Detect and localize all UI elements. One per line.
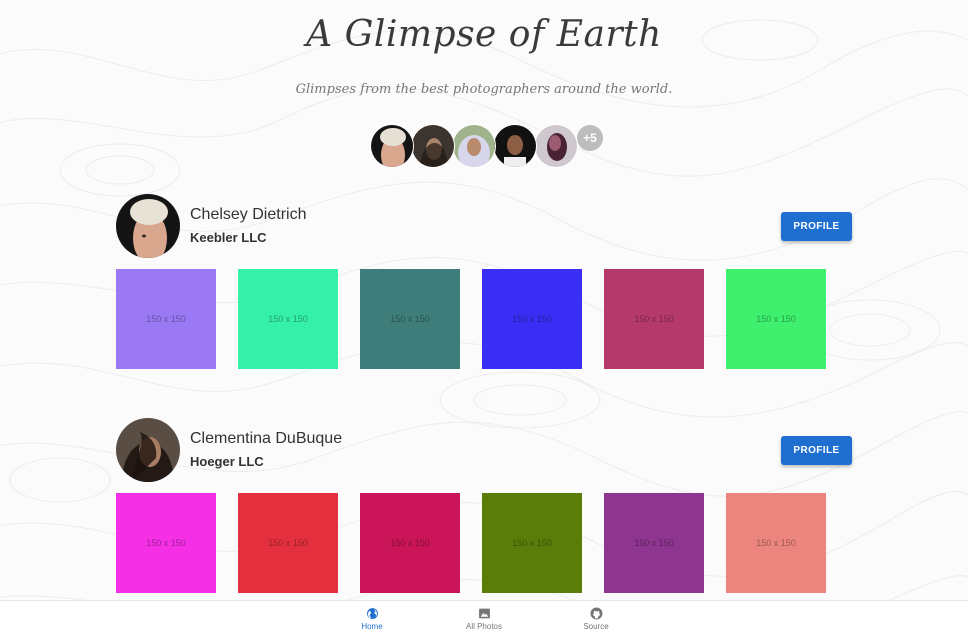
profile-button[interactable]: PROFILE (781, 436, 852, 465)
photo-size-label: 150 x 150 (268, 314, 308, 324)
photographer-company: Keebler LLC (190, 230, 267, 245)
photo-thumbnail[interactable]: 150 x 150 (238, 493, 338, 593)
github-icon (590, 607, 602, 620)
photographer-avatar-stack: +5 (370, 124, 603, 168)
nav-item-source[interactable]: Source (540, 601, 652, 637)
photo-size-label: 150 x 150 (512, 538, 552, 548)
photo-thumbnail[interactable]: 150 x 150 (604, 493, 704, 593)
avatar[interactable] (452, 124, 496, 168)
photo-size-label: 150 x 150 (390, 314, 430, 324)
nav-item-label: All Photos (465, 622, 503, 631)
nav-item-label: Source (583, 622, 609, 631)
photo-thumbnail[interactable]: 150 x 150 (116, 493, 216, 593)
photo-thumbnail[interactable]: 150 x 150 (482, 269, 582, 369)
photo-thumbnail[interactable]: 150 x 150 (116, 269, 216, 369)
nav-item-label: Home (361, 622, 383, 631)
page-subtitle: Glimpses from the best photographers aro… (295, 82, 673, 97)
photo-size-label: 150 x 150 (390, 538, 430, 548)
photographer-name: Chelsey Dietrich (190, 206, 307, 223)
photo-size-label: 150 x 150 (756, 314, 796, 324)
avatar[interactable] (370, 124, 414, 168)
photo-size-label: 150 x 150 (634, 314, 674, 324)
photo-size-label: 150 x 150 (146, 314, 186, 324)
avatar[interactable] (493, 124, 537, 168)
photo-thumbnail[interactable]: 150 x 150 (360, 493, 460, 593)
more-photographers-badge[interactable]: +5 (577, 125, 603, 151)
nav-item-all-photos[interactable]: All Photos (428, 601, 540, 637)
page-title: A Glimpse of Earth (306, 14, 662, 55)
photo-size-label: 150 x 150 (146, 538, 186, 548)
image-icon (478, 608, 490, 619)
photo-row: 150 x 150 150 x 150 150 x 150 150 x 150 … (116, 269, 826, 369)
profile-button[interactable]: PROFILE (781, 212, 852, 241)
avatar[interactable] (534, 124, 578, 168)
photographer-name: Clementina DuBuque (190, 430, 343, 447)
photo-thumbnail[interactable]: 150 x 150 (238, 269, 338, 369)
photographer-company: Hoeger LLC (190, 454, 264, 469)
bottom-navigation: Home All Photos Source (0, 600, 968, 637)
photo-thumbnail[interactable]: 150 x 150 (360, 269, 460, 369)
avatar[interactable] (411, 124, 455, 168)
photo-size-label: 150 x 150 (268, 538, 308, 548)
photo-size-label: 150 x 150 (756, 538, 796, 548)
photo-size-label: 150 x 150 (634, 538, 674, 548)
globe-icon (366, 608, 378, 619)
photo-thumbnail[interactable]: 150 x 150 (726, 269, 826, 369)
photo-thumbnail[interactable]: 150 x 150 (604, 269, 704, 369)
nav-item-home[interactable]: Home (316, 601, 428, 637)
avatar[interactable] (116, 418, 180, 482)
photo-thumbnail[interactable]: 150 x 150 (482, 493, 582, 593)
photo-thumbnail[interactable]: 150 x 150 (726, 493, 826, 593)
photo-size-label: 150 x 150 (512, 314, 552, 324)
photo-row: 150 x 150 150 x 150 150 x 150 150 x 150 … (116, 493, 826, 593)
avatar[interactable] (116, 194, 180, 258)
